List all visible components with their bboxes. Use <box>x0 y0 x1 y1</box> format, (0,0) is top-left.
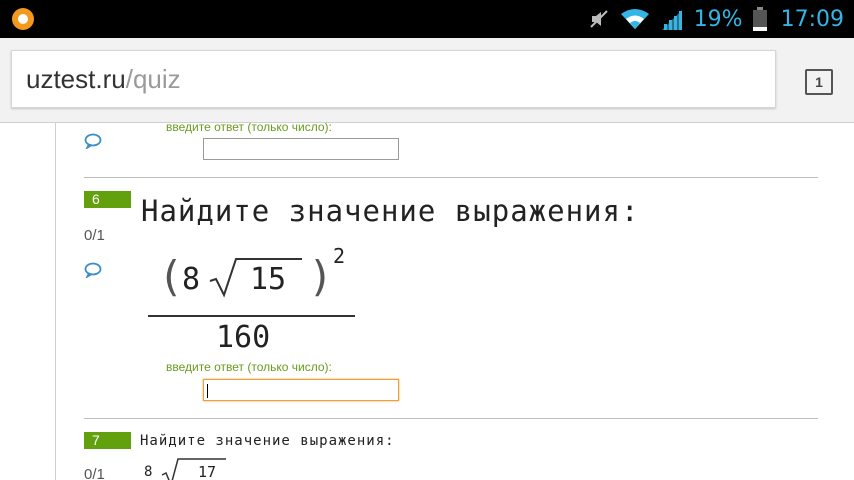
browser-toolbar: uztest.ru/quiz 1 <box>0 38 854 123</box>
expression-radicand: 15 <box>250 262 287 297</box>
answer-hint: введите ответ (только число): <box>166 123 332 134</box>
answer-hint: введите ответ (только число): <box>166 360 332 374</box>
expression-coefficient: 8 <box>144 464 153 480</box>
comment-icon[interactable] <box>84 133 102 149</box>
expression-coefficient: 8 <box>182 262 201 297</box>
status-time: 17:09 <box>780 6 844 32</box>
answer-input-q5[interactable] <box>203 138 399 160</box>
wifi-icon <box>620 9 649 29</box>
expression-radicand: 17 <box>198 463 217 480</box>
right-paren: ) <box>308 252 334 301</box>
left-paren: ( <box>158 252 184 301</box>
fraction-bar <box>148 315 355 317</box>
status-bar: 19% 17:09 <box>0 0 854 38</box>
battery-icon <box>752 7 767 31</box>
question-prompt: Найдите значение выражения: <box>141 194 640 228</box>
mute-icon <box>589 10 608 28</box>
question-number-badge: 6 <box>84 191 131 208</box>
url-path: /quiz <box>125 64 181 94</box>
app-notification-icon <box>12 8 34 30</box>
signal-icon <box>661 10 682 30</box>
address-bar[interactable]: uztest.ru/quiz <box>11 50 776 108</box>
answer-input-q6[interactable] <box>203 379 399 401</box>
comment-icon[interactable] <box>84 262 102 278</box>
question-divider <box>84 418 818 419</box>
expression-exponent: 2 <box>333 244 346 268</box>
question-score: 0/1 <box>84 227 105 244</box>
left-divider <box>55 123 56 480</box>
expression-denominator: 160 <box>216 320 271 355</box>
question-score: 0/1 <box>84 466 105 480</box>
url-text[interactable]: uztest.ru/quiz <box>26 64 181 95</box>
quiz-content: введите ответ (только число): 6 0/1 Найд… <box>0 123 854 480</box>
question-number-badge: 7 <box>84 432 131 449</box>
radical-sign <box>161 458 226 480</box>
tab-switcher-button[interactable]: 1 <box>805 69 833 95</box>
battery-percent: 19% <box>693 6 743 32</box>
url-host: uztest.ru <box>26 64 126 94</box>
question-divider <box>84 177 818 178</box>
question-prompt: Найдите значение выражения: <box>140 433 395 449</box>
status-indicators: 19% 17:09 <box>588 0 844 38</box>
text-caret <box>207 384 208 398</box>
